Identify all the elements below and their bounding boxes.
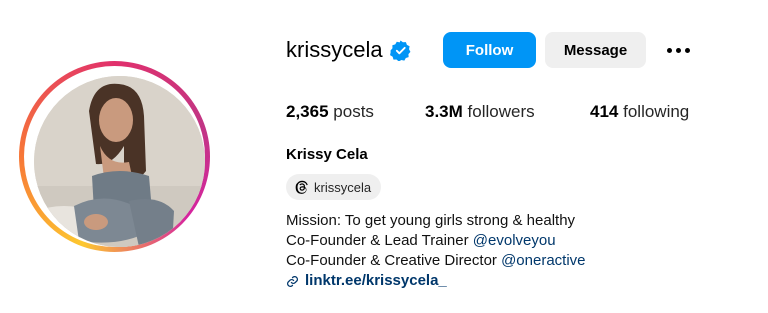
posts-stat: 2,365 posts [286, 101, 374, 123]
bio-text: Co-Founder & Lead Trainer [286, 232, 473, 249]
username: krissycela [286, 37, 383, 62]
bio-line-creative-director: Co-Founder & Creative Director @oneracti… [286, 251, 586, 271]
story-ring[interactable] [19, 61, 210, 252]
threads-handle: krissycela [314, 179, 372, 195]
follow-button[interactable]: Follow [443, 32, 536, 68]
followers-count: 3.3M [425, 102, 463, 121]
posts-count: 2,365 [286, 102, 329, 121]
avatar-gap [24, 66, 205, 247]
dot [666, 47, 672, 53]
posts-label: posts [333, 102, 374, 121]
message-button[interactable]: Message [545, 32, 646, 68]
following-label: following [623, 102, 690, 121]
dot [684, 47, 690, 53]
external-link[interactable]: linktr.ee/krissycela_ [286, 271, 586, 291]
following-count: 414 [590, 102, 619, 121]
mention-link-evolveyou[interactable]: @evolveyou [473, 232, 556, 249]
link-icon [287, 275, 298, 287]
more-options-icon[interactable] [664, 38, 692, 62]
avatar-photo [34, 76, 205, 247]
followers-stat[interactable]: 3.3M followers [425, 101, 535, 123]
following-stat[interactable]: 414 following [590, 101, 689, 123]
bio-line-mission: Mission: To get young girls strong & hea… [286, 212, 576, 229]
followers-label: followers [467, 102, 535, 121]
bio-line-lead-trainer: Co-Founder & Lead Trainer @evolveyou [286, 231, 586, 251]
bio: Mission: To get young girls strong & hea… [286, 211, 586, 291]
verified-badge-icon [390, 40, 411, 61]
threads-badge[interactable]: krissycela [286, 174, 382, 200]
mention-link-oneractive[interactable]: @oneractive [501, 252, 585, 269]
bio-text: Co-Founder & Creative Director [286, 252, 502, 269]
threads-icon [295, 180, 308, 194]
dot [675, 47, 681, 53]
external-link-text: linktr.ee/krissycela_ [305, 272, 447, 289]
avatar[interactable] [34, 76, 205, 247]
full-name: Krissy Cela [286, 146, 368, 163]
